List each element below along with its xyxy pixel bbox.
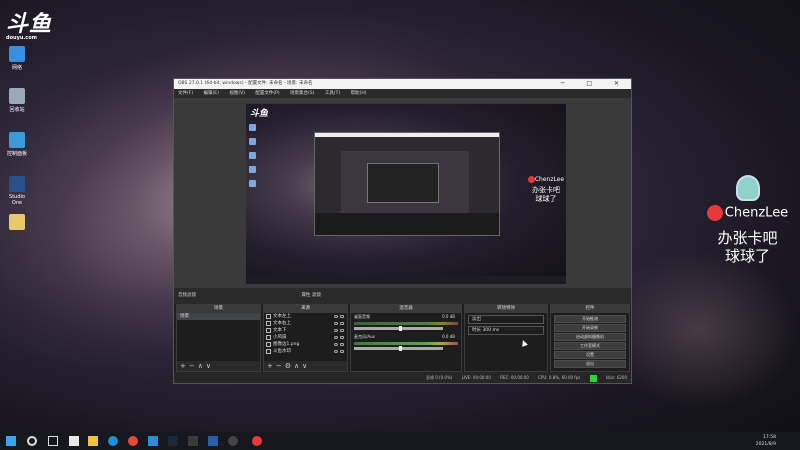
visibility-icon xyxy=(334,343,338,346)
mixer-channel[interactable]: 桌面音频 0.0 dB xyxy=(351,313,461,333)
mini-douyu-logo: 斗鱼 xyxy=(250,109,269,119)
menu-scene-collection[interactable]: 场景集合(S) xyxy=(290,91,314,96)
volume-slider xyxy=(354,346,444,351)
window-controls[interactable]: ─ □ ✕ xyxy=(561,79,629,89)
desktop-icon-studio-one[interactable]: Studio One xyxy=(4,176,30,206)
obs-titlebar[interactable]: OBS 27.0.1 (64-bit, windows) - 配置文件: 未命名… xyxy=(174,79,631,89)
clock-date: 2021/8/9 xyxy=(755,442,776,447)
taskbar: 17:58 2021/8/9 xyxy=(0,432,800,450)
menu-help[interactable]: 帮助(H) xyxy=(351,91,367,96)
start-icon[interactable] xyxy=(6,436,16,446)
lock-icon xyxy=(340,322,344,325)
mini-taskbar xyxy=(246,276,566,284)
obs-window[interactable]: OBS 27.0.1 (64-bit, windows) - 配置文件: 未命名… xyxy=(173,78,632,384)
preview-canvas[interactable]: 斗鱼 ChenzLee 办张卡吧 球球了 xyxy=(246,104,566,284)
transitions-dock: 转场特效 淡出 时长 300 ms xyxy=(464,304,548,372)
edge-icon[interactable] xyxy=(108,436,118,446)
mini-channel-brand: ChenzLee 办张卡吧 球球了 xyxy=(524,176,566,204)
netease-music-icon[interactable] xyxy=(252,436,262,446)
lock-icon xyxy=(340,350,344,353)
sources-dock: 来源 文本左上 文本右上 文本下 小风扇 图像边1.png 斗鱼水印 +−⚙∧∨ xyxy=(263,304,348,372)
menu-edit[interactable]: 编辑(E) xyxy=(204,91,219,96)
obs-menubar: 文件(F) 编辑(E) 视图(V) 配置文件(P) 场景集合(S) 工具(T) … xyxy=(174,89,631,98)
steam-icon[interactable] xyxy=(168,436,178,446)
lock-icon xyxy=(340,329,344,332)
visibility-icon xyxy=(334,336,338,339)
nested-obs-window xyxy=(314,132,500,236)
docks-row: 场景 场景 +−∧∨ 来源 文本左上 文本右上 文本下 小风扇 图像边1.png… xyxy=(174,304,631,372)
volume-slider xyxy=(354,326,444,331)
exit-button[interactable]: 退出 xyxy=(554,360,626,368)
sources-dock-controls[interactable]: +−⚙∧∨ xyxy=(264,361,347,371)
system-tray[interactable]: 17:58 2021/8/9 xyxy=(756,432,776,450)
visibility-icon xyxy=(334,315,338,318)
scenes-dock-controls[interactable]: +−∧∨ xyxy=(177,361,260,371)
file-explorer-icon[interactable] xyxy=(88,436,98,446)
visibility-icon xyxy=(334,322,338,325)
app-icon[interactable] xyxy=(208,436,218,446)
audio-meter xyxy=(354,342,458,345)
scenes-dock: 场景 场景 +−∧∨ xyxy=(176,304,261,372)
desktop-icon-control-panel[interactable]: 控制面板 xyxy=(4,132,30,157)
app-icon[interactable] xyxy=(188,436,198,446)
settings-button[interactable]: 设置 xyxy=(554,351,626,359)
source-item[interactable]: 小风扇 xyxy=(264,334,347,341)
source-item[interactable]: 文本右上 xyxy=(264,320,347,327)
network-icon xyxy=(9,46,25,62)
start-streaming-button[interactable]: 开始推流 xyxy=(554,315,626,323)
lock-icon xyxy=(340,315,344,318)
search-icon[interactable] xyxy=(27,436,37,446)
recycle-bin-icon xyxy=(9,88,25,104)
file-icon xyxy=(9,214,25,230)
lock-icon xyxy=(340,336,344,339)
menu-tools[interactable]: 工具(T) xyxy=(325,91,340,96)
controls-dock: 控件 开始推流 开始录制 启动虚拟摄像机 工作室模式 设置 退出 xyxy=(550,304,630,372)
channel-brand: ChenzLee 办张卡吧 球球了 xyxy=(700,175,795,265)
clock-time: 17:58 xyxy=(763,435,776,440)
preview-area: 斗鱼 ChenzLee 办张卡吧 球球了 xyxy=(174,98,631,288)
source-item[interactable]: 文本左上 xyxy=(264,313,347,320)
desktop-icon-recycle-bin[interactable]: 回收站 xyxy=(4,88,30,113)
widgets-icon[interactable] xyxy=(69,436,79,446)
desktop-icon-network[interactable]: 网络 xyxy=(4,46,30,71)
studio-mode-button[interactable]: 工作室模式 xyxy=(554,342,626,350)
visibility-icon xyxy=(334,350,338,353)
control-panel-icon xyxy=(9,132,25,148)
fan-icon xyxy=(735,175,760,201)
desktop-icon-file[interactable] xyxy=(4,214,30,232)
studio-one-icon xyxy=(9,176,25,192)
mixer-channel[interactable]: 麦克风/Aux 0.0 dB xyxy=(351,333,461,353)
source-item[interactable]: 文本下 xyxy=(264,327,347,334)
transition-select[interactable]: 淡出 xyxy=(468,315,544,324)
source-item[interactable]: 斗鱼水印 xyxy=(264,348,347,355)
menu-view[interactable]: 视图(V) xyxy=(229,91,245,96)
source-item[interactable]: 图像边1.png xyxy=(264,341,347,348)
douyu-logo: 斗鱼 douyu.com xyxy=(6,12,53,41)
stream-health-indicator xyxy=(589,374,597,382)
obs-statusbar: 丢帧 0 (0.0%) LIVE: 00:00:00 REC: 00:00:00… xyxy=(174,372,631,383)
scene-item[interactable]: 场景 xyxy=(177,313,260,320)
menu-file[interactable]: 文件(F) xyxy=(178,91,193,96)
chrome-icon[interactable] xyxy=(128,436,138,446)
mixer-dock: 混音器 桌面音频 0.0 dB 麦克风/Aux 0.0 dB xyxy=(350,304,462,372)
start-virtual-camera-button[interactable]: 启动虚拟摄像机 xyxy=(554,333,626,341)
start-recording-button[interactable]: 开始录制 xyxy=(554,324,626,332)
properties-filters-buttons[interactable]: 属性 滤镜 xyxy=(301,293,320,298)
audio-meter xyxy=(354,322,458,325)
brand-logo-icon xyxy=(706,205,723,221)
obs-taskbar-icon[interactable] xyxy=(228,436,238,446)
menu-profile[interactable]: 配置文件(P) xyxy=(255,91,279,96)
store-icon[interactable] xyxy=(148,436,158,446)
task-view-icon[interactable] xyxy=(48,436,58,446)
source-toolbar: 音频滤镜 属性 滤镜 xyxy=(174,288,631,304)
visibility-icon xyxy=(334,329,338,332)
lock-icon xyxy=(340,343,344,346)
duration-field[interactable]: 时长 300 ms xyxy=(468,326,544,335)
